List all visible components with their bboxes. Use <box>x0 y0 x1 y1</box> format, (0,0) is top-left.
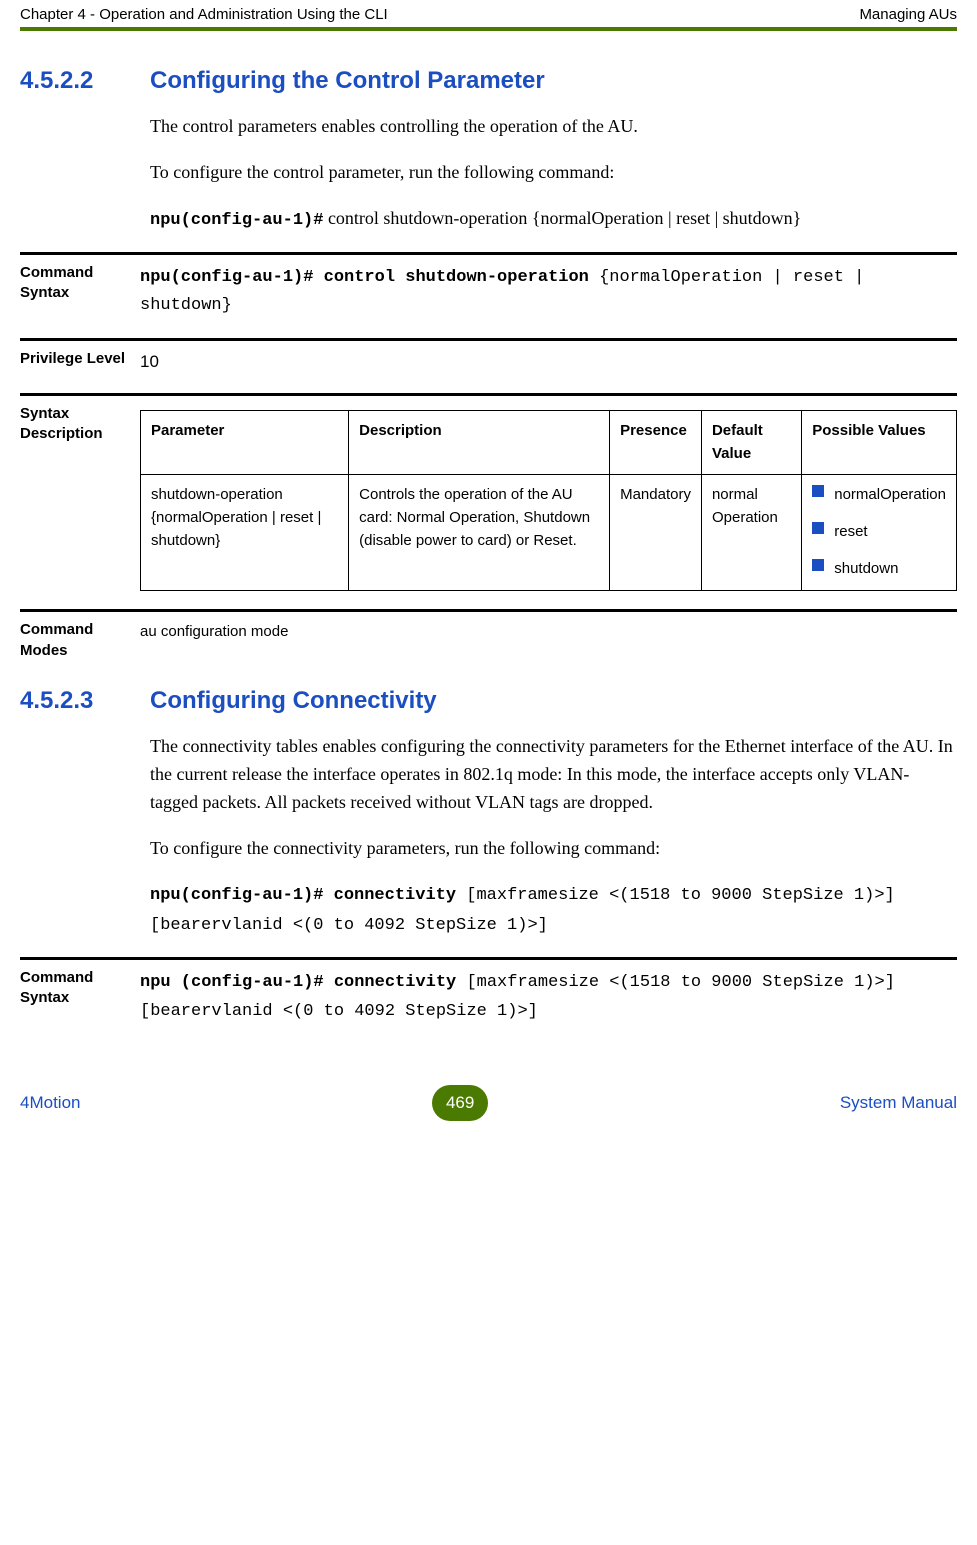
page-number: 469 <box>446 1093 474 1113</box>
command-syntax-block: Command Syntax npu(config-au-1)# control… <box>20 252 957 320</box>
bullet-icon <box>812 522 824 534</box>
pv-item: shutdown <box>812 557 946 580</box>
paragraph: The control parameters enables controlli… <box>150 113 957 141</box>
td-default: normal Operation <box>701 474 801 591</box>
syntax-table: Parameter Description Presence Default V… <box>140 410 957 591</box>
footer-left: 4Motion <box>20 1093 80 1113</box>
pv-text: reset <box>834 520 867 543</box>
th-possible-values: Possible Values <box>802 411 957 475</box>
page-header: Chapter 4 - Operation and Administration… <box>20 0 957 27</box>
syntax-bold: npu (config-au-1)# connectivity <box>140 973 466 992</box>
paragraph: To configure the connectivity parameters… <box>150 835 957 863</box>
th-description: Description <box>349 411 610 475</box>
pv-item: reset <box>812 520 946 543</box>
td-parameter: shutdown-operation {normalOperation | re… <box>141 474 349 591</box>
cmd-bold: npu(config-au-1)# connectivity <box>150 886 466 905</box>
th-parameter: Parameter <box>141 411 349 475</box>
command-line: npu(config-au-1)# connectivity [maxframe… <box>150 880 957 939</box>
bullet-icon <box>812 559 824 571</box>
section-title: Configuring Connectivity <box>150 687 437 715</box>
def-label: Privilege Level <box>20 349 140 375</box>
header-rule <box>20 27 957 31</box>
section-number: 4.5.2.2 <box>20 67 150 95</box>
header-left: Chapter 4 - Operation and Administration… <box>20 6 388 23</box>
paragraph: The connectivity tables enables configur… <box>150 733 957 817</box>
def-value: au configuration mode <box>140 620 957 661</box>
privilege-level-block: Privilege Level 10 <box>20 338 957 375</box>
command-line: npu(config-au-1)# control shutdown-opera… <box>150 205 957 234</box>
section-number: 4.5.2.3 <box>20 687 150 715</box>
cmd-prefix: npu(config-au-1)# <box>150 211 323 230</box>
pv-text: normalOperation <box>834 483 946 506</box>
syntax-bold: npu(config-au-1)# control shutdown-opera… <box>140 268 599 287</box>
header-right: Managing AUs <box>859 6 957 23</box>
td-description: Controls the operation of the AU card: N… <box>349 474 610 591</box>
def-value: npu (config-au-1)# connectivity [maxfram… <box>140 968 957 1025</box>
section-title: Configuring the Control Parameter <box>150 67 545 95</box>
page-footer: 4Motion 469 System Manual <box>20 1085 957 1121</box>
command-modes-block: Command Modes au configuration mode <box>20 609 957 661</box>
footer-right: System Manual <box>840 1093 957 1113</box>
def-value: npu(config-au-1)# control shutdown-opera… <box>140 263 957 320</box>
table-header-row: Parameter Description Presence Default V… <box>141 411 957 475</box>
table-row: shutdown-operation {normalOperation | re… <box>141 474 957 591</box>
command-syntax-block-2: Command Syntax npu (config-au-1)# connec… <box>20 957 957 1025</box>
paragraph: To configure the control parameter, run … <box>150 159 957 187</box>
def-label: Syntax Description <box>20 404 140 591</box>
pv-item: normalOperation <box>812 483 946 506</box>
syntax-description-block: Syntax Description Parameter Description… <box>20 393 957 591</box>
pv-text: shutdown <box>834 557 898 580</box>
def-value: 10 <box>140 349 957 375</box>
th-default: Default Value <box>701 411 801 475</box>
page-number-badge: 469 <box>432 1085 488 1121</box>
td-presence: Mandatory <box>610 474 702 591</box>
def-value: Parameter Description Presence Default V… <box>140 404 957 591</box>
section-heading-1: 4.5.2.2 Configuring the Control Paramete… <box>20 67 957 95</box>
cmd-rest: control shutdown-operation {normalOperat… <box>323 208 801 228</box>
th-presence: Presence <box>610 411 702 475</box>
def-label: Command Modes <box>20 620 140 661</box>
def-label: Command Syntax <box>20 263 140 320</box>
section-heading-2: 4.5.2.3 Configuring Connectivity <box>20 687 957 715</box>
bullet-icon <box>812 485 824 497</box>
def-label: Command Syntax <box>20 968 140 1025</box>
td-possible-values: normalOperation reset shutdown <box>802 474 957 591</box>
